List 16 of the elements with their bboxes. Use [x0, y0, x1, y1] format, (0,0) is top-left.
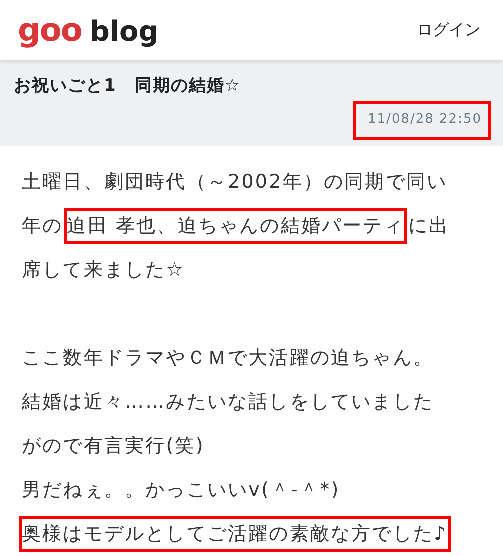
- post-date: 11/08/28 22:50: [353, 101, 491, 140]
- body-text: 年の: [21, 214, 64, 239]
- body-text: 男だねぇ。。かっこいいv(＾-＾*): [21, 478, 342, 503]
- highlighted-text: 迫田 孝也、迫ちゃんの結婚パーティ: [64, 208, 408, 244]
- logo-brand: goo: [18, 14, 82, 46]
- body-text: 結婚は近々……みたいな話しをしていました: [21, 390, 435, 415]
- body-text: に出: [407, 214, 451, 239]
- login-link[interactable]: ログイン: [417, 20, 481, 40]
- body-text: ここ数年ドラマやＣＭで大活躍の迫ちゃん。: [21, 346, 435, 371]
- body-text: 土曜日、劇団時代（～2002年）の同期で同い: [21, 170, 449, 195]
- body-text: 席して来ました☆: [21, 258, 186, 283]
- highlighted-text: 奥様はモデルとしてご活躍の素敵な方でした♪: [19, 516, 451, 552]
- body-text: がので有言実行(笑): [21, 434, 206, 459]
- logo-product: blog: [90, 18, 159, 46]
- blog-logo[interactable]: goo blog: [18, 14, 159, 46]
- post-title: お祝いごと1 同期の結婚☆: [14, 75, 242, 97]
